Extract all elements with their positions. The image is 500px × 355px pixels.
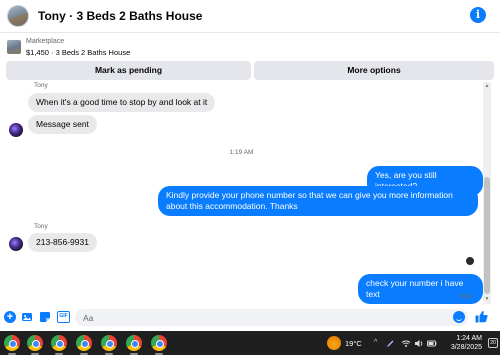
scroll-down-icon[interactable]: ▼ [483, 296, 491, 302]
outgoing-message[interactable]: Kindly provide your phone number so that… [158, 186, 478, 216]
clock-time: 1:24 AM [456, 335, 482, 342]
chrome-app-icon[interactable] [27, 335, 43, 351]
listing-thumbnail [7, 40, 21, 54]
listing-description: $1,450 · 3 Beds 2 Baths House [26, 48, 131, 57]
chat-header: Tony · 3 Beds 2 Baths House i [0, 0, 500, 33]
sender-name: Tony [34, 82, 48, 89]
info-icon[interactable]: i [470, 7, 486, 23]
weather-temperature[interactable]: 19°C [345, 339, 362, 348]
system-clock[interactable]: 1:24 AM 3/28/2025 [440, 334, 482, 352]
chrome-app-icon[interactable] [51, 335, 67, 351]
message-composer: + GIF [0, 306, 500, 328]
listing-avatar[interactable] [7, 5, 29, 27]
pen-icon[interactable] [386, 339, 395, 350]
volume-icon[interactable] [414, 339, 424, 350]
chrome-app-icon[interactable] [76, 335, 92, 351]
chrome-app-icon[interactable] [101, 335, 117, 351]
message-input[interactable] [75, 309, 468, 326]
contact-avatar[interactable] [9, 123, 23, 137]
os-taskbar: 19°C ^ 1:24 AM 3/28/2025 20 [0, 331, 500, 355]
tray-overflow-icon[interactable]: ^ [374, 339, 377, 346]
sender-name: Tony [34, 223, 48, 230]
incoming-message[interactable]: Message sent [28, 115, 97, 134]
sticker-icon[interactable] [39, 311, 51, 323]
plus-icon[interactable]: + [4, 311, 16, 323]
notification-icon[interactable]: 20 [488, 338, 498, 348]
message-thread: Tony When it's a good time to stop by an… [0, 82, 483, 304]
weather-icon[interactable] [327, 336, 341, 350]
gif-icon[interactable]: GIF [57, 311, 70, 323]
wifi-icon[interactable] [401, 339, 411, 350]
emoji-icon[interactable] [453, 311, 465, 323]
chrome-app-icon[interactable] [4, 335, 20, 351]
battery-icon[interactable] [427, 339, 437, 350]
photo-icon[interactable] [21, 311, 33, 323]
thumbs-up-icon[interactable] [475, 310, 488, 326]
marketplace-listing[interactable]: Marketplace $1,450 · 3 Beds 2 Baths Hous… [0, 36, 500, 60]
clock-date: 3/28/2025 [450, 344, 482, 351]
scroll-up-icon[interactable]: ▲ [483, 83, 491, 89]
incoming-message[interactable]: When it's a good time to stop by and loo… [28, 93, 216, 112]
seen-indicator-avatar [466, 257, 474, 265]
sent-status: Sent [459, 293, 473, 300]
incoming-message[interactable]: 213-856-9931 [28, 233, 97, 252]
more-options-button[interactable]: More options [254, 61, 494, 80]
chrome-app-icon[interactable] [126, 335, 142, 351]
scrollbar[interactable]: ▲ ▼ [483, 82, 491, 304]
chrome-app-icon[interactable] [151, 335, 167, 351]
scrollbar-thumb[interactable] [484, 177, 490, 294]
message-timestamp: 1:19 AM [229, 149, 254, 156]
mark-as-pending-button[interactable]: Mark as pending [6, 61, 251, 80]
listing-kicker: Marketplace [26, 38, 65, 45]
chat-title[interactable]: Tony · 3 Beds 2 Baths House [38, 9, 202, 23]
contact-avatar[interactable] [9, 237, 23, 251]
